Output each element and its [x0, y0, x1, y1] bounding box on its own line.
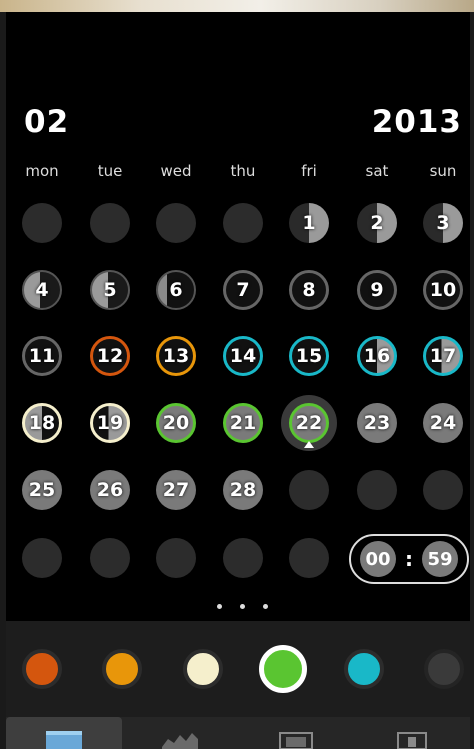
day-cell[interactable]: 2 [357, 203, 397, 243]
day-cell[interactable]: 13 [156, 336, 196, 376]
day-number: 18 [28, 412, 56, 434]
page-dot [240, 604, 245, 609]
calendar-grid: 1 2 3 4 5 6 7 8 9 10 11 12 13 14 15 16 1… [0, 0, 474, 600]
empty-day-cell [22, 538, 62, 578]
empty-day-cell [90, 538, 130, 578]
day-cell[interactable]: 23 [357, 403, 397, 443]
day-cell[interactable]: 12 [90, 336, 130, 376]
time-separator: : [405, 547, 413, 571]
color-picker-bar [6, 621, 470, 717]
day-cell[interactable]: 20 [156, 403, 196, 443]
day-cell[interactable]: 5 [90, 270, 130, 310]
today-marker-icon [304, 441, 314, 448]
day-number: 17 [429, 345, 457, 367]
day-number: 22 [295, 412, 323, 434]
photo-tab[interactable] [238, 717, 354, 749]
day-number: 25 [28, 479, 56, 501]
day-number: 19 [96, 412, 124, 434]
graph-icon [162, 733, 198, 749]
calendar-tab[interactable] [6, 717, 122, 749]
color-swatch-gray[interactable] [424, 649, 464, 689]
today-day-cell[interactable]: 22 [289, 403, 329, 443]
day-number: 20 [162, 412, 190, 434]
day-cell[interactable]: 6 [156, 270, 196, 310]
day-cell[interactable]: 11 [22, 336, 62, 376]
day-cell[interactable]: 8 [289, 270, 329, 310]
color-swatch-orange-red[interactable] [22, 649, 62, 689]
day-number: 28 [229, 479, 257, 501]
day-cell[interactable]: 24 [423, 403, 463, 443]
day-cell[interactable]: 25 [22, 470, 62, 510]
day-cell[interactable]: 28 [223, 470, 263, 510]
day-number: 14 [229, 345, 257, 367]
day-number: 3 [436, 212, 450, 234]
day-number: 8 [302, 279, 316, 301]
color-swatch-orange[interactable] [102, 649, 142, 689]
day-number: 27 [162, 479, 190, 501]
day-number: 7 [236, 279, 250, 301]
graph-tab[interactable] [122, 717, 238, 749]
empty-day-cell [423, 470, 463, 510]
day-number: 24 [429, 412, 457, 434]
day-cell[interactable]: 3 [423, 203, 463, 243]
empty-day-cell [22, 203, 62, 243]
day-number: 10 [429, 279, 457, 301]
empty-day-cell [90, 203, 130, 243]
empty-day-cell [156, 203, 196, 243]
day-cell[interactable]: 7 [223, 270, 263, 310]
color-swatch-cream[interactable] [183, 649, 223, 689]
empty-day-cell [357, 470, 397, 510]
day-cell[interactable]: 10 [423, 270, 463, 310]
empty-day-cell [289, 538, 329, 578]
empty-day-cell [156, 538, 196, 578]
day-cell[interactable]: 14 [223, 336, 263, 376]
day-number: 23 [363, 412, 391, 434]
page-indicator [214, 604, 274, 614]
day-cell[interactable]: 27 [156, 470, 196, 510]
day-cell[interactable]: 15 [289, 336, 329, 376]
day-number: 2 [370, 212, 384, 234]
empty-day-cell [223, 538, 263, 578]
day-cell[interactable]: 17 [423, 336, 463, 376]
empty-day-cell [289, 470, 329, 510]
day-cell[interactable]: 19 [90, 403, 130, 443]
settings-tab[interactable] [354, 717, 470, 749]
day-number: 21 [229, 412, 257, 434]
day-number: 4 [35, 279, 49, 301]
empty-day-cell [223, 203, 263, 243]
day-cell[interactable]: 1 [289, 203, 329, 243]
day-number: 11 [28, 345, 56, 367]
color-swatch-cyan[interactable] [344, 649, 384, 689]
day-cell[interactable]: 4 [22, 270, 62, 310]
page-dot [217, 604, 222, 609]
day-cell[interactable]: 9 [357, 270, 397, 310]
settings-icon [397, 732, 427, 749]
color-swatch-green-selected[interactable] [259, 645, 307, 693]
time-display[interactable]: 00 : 59 [349, 534, 469, 584]
day-number: 1 [302, 212, 316, 234]
time-minutes[interactable]: 59 [422, 541, 458, 577]
day-number: 9 [370, 279, 384, 301]
day-number: 26 [96, 479, 124, 501]
day-cell[interactable]: 21 [223, 403, 263, 443]
calendar-icon [46, 731, 82, 749]
day-cell[interactable]: 26 [90, 470, 130, 510]
bottom-tab-bar [6, 717, 470, 749]
day-cell[interactable]: 16 [357, 336, 397, 376]
day-number: 13 [162, 345, 190, 367]
day-cell[interactable]: 18 [22, 403, 62, 443]
day-number: 5 [103, 279, 117, 301]
day-number: 12 [96, 345, 124, 367]
time-hours[interactable]: 00 [360, 541, 396, 577]
page-dot [263, 604, 268, 609]
day-number: 15 [295, 345, 323, 367]
day-number: 6 [169, 279, 183, 301]
photo-icon [279, 732, 313, 749]
day-number: 16 [363, 345, 391, 367]
